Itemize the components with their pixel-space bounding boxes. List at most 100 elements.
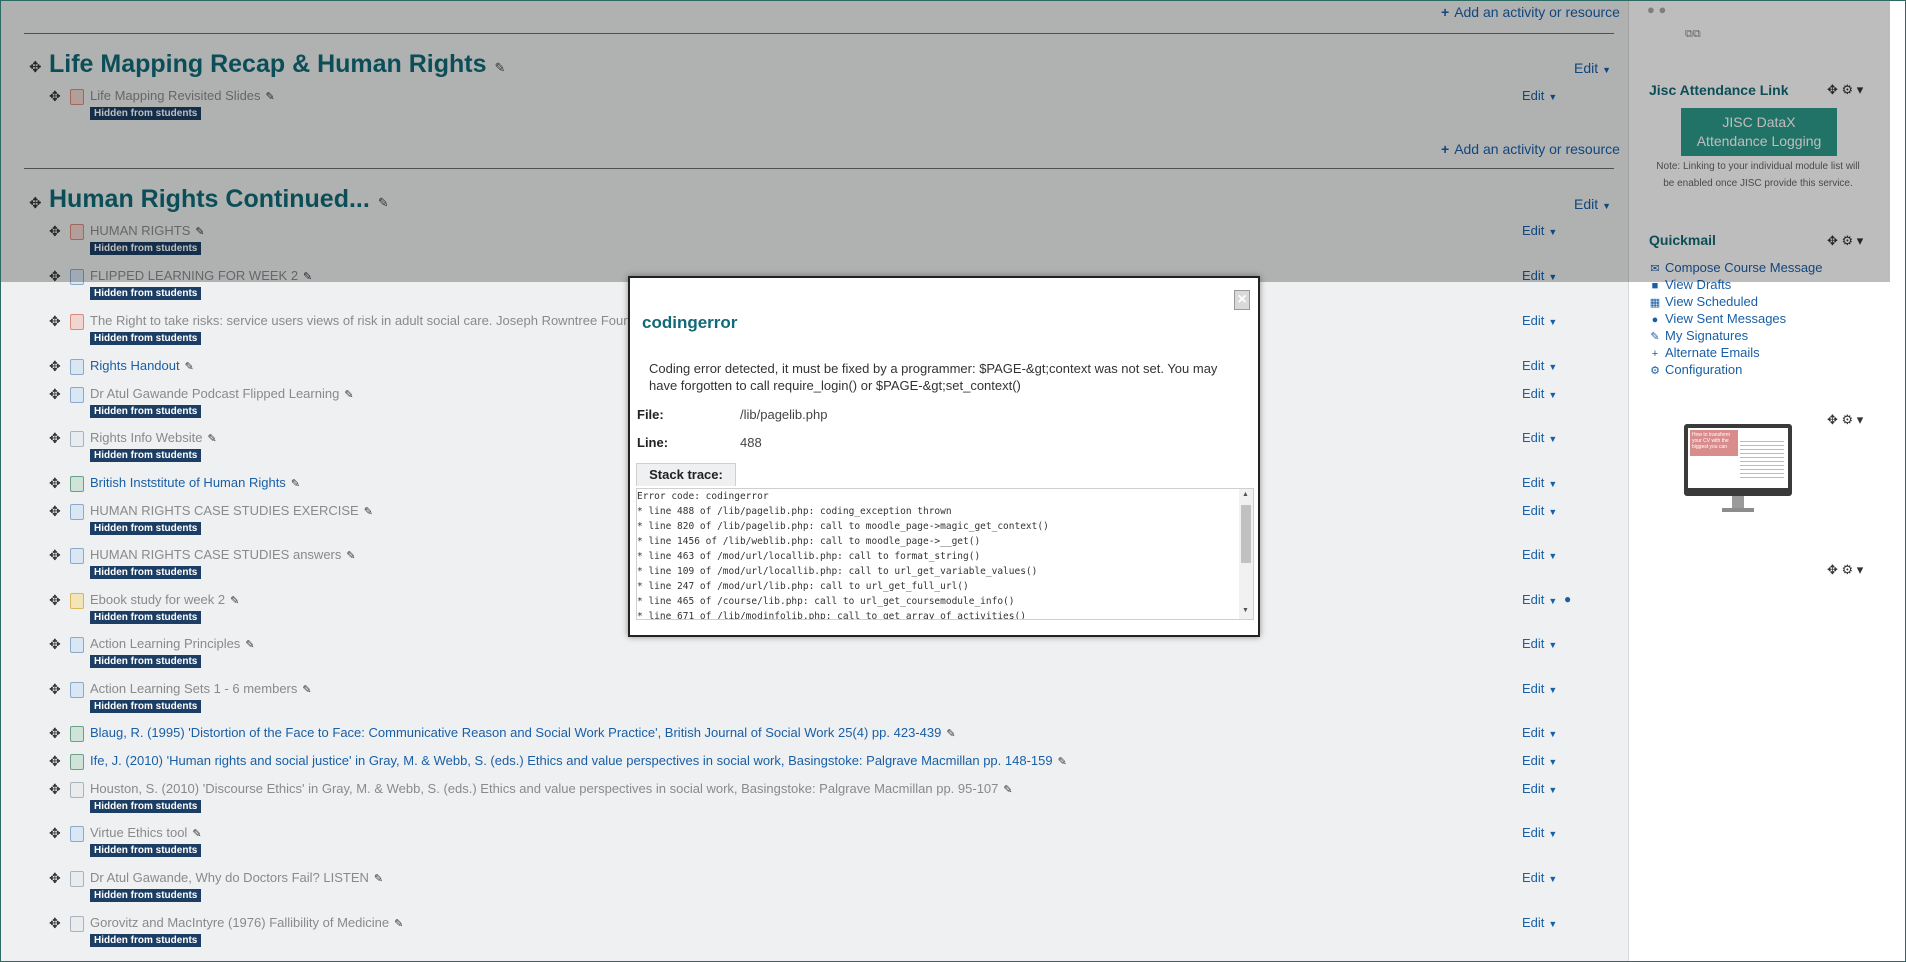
activity-link[interactable]: British Inststitute of Human Rights ✎	[90, 475, 300, 490]
move-icon[interactable]: ✥	[49, 825, 61, 842]
activity-link[interactable]: Dr Atul Gawande, Why do Doctors Fail? LI…	[90, 870, 383, 885]
activity-edit-menu[interactable]: Edit ▼	[1522, 915, 1557, 930]
pencil-icon: ✎	[373, 873, 384, 885]
move-icon[interactable]: ✥	[49, 503, 61, 520]
activity-link[interactable]: Rights Handout ✎	[90, 358, 194, 373]
activity-edit-menu[interactable]: Edit ▼	[1522, 358, 1557, 373]
activity-edit-menu[interactable]: Edit ▼	[1522, 547, 1557, 562]
compose-message-link[interactable]: ✉ Compose Course Message	[1649, 260, 1822, 275]
move-icon[interactable]: ✥	[49, 753, 61, 770]
pencil-icon: ✎	[192, 828, 202, 840]
alternate-emails-link[interactable]: + Alternate Emails	[1649, 345, 1760, 360]
move-icon[interactable]: ✥	[49, 725, 61, 742]
section-edit-menu[interactable]: Edit ▼	[1574, 60, 1611, 76]
activity-link[interactable]: The Right to take risks: service users v…	[90, 313, 630, 328]
activity-link[interactable]: HUMAN RIGHTS ✎	[90, 223, 205, 238]
move-icon[interactable]: ✥	[49, 313, 61, 330]
move-icon[interactable]: ✥	[49, 681, 61, 698]
jisc-datax-button[interactable]: JISC DataX Attendance Logging	[1681, 108, 1837, 156]
activity-link[interactable]: Action Learning Sets 1 - 6 members ✎	[90, 681, 312, 696]
activity-link[interactable]: Virtue Ethics tool ✎	[90, 825, 202, 840]
move-icon[interactable]: ✥	[49, 592, 61, 609]
activity-edit-menu[interactable]: Edit ▼	[1522, 636, 1557, 651]
stack-trace-tab[interactable]: Stack trace:	[636, 463, 736, 486]
stack-trace-box[interactable]: Error code: codingerror * line 488 of /l…	[636, 488, 1254, 620]
globe-icon	[70, 476, 84, 492]
pencil-icon: ✎	[265, 91, 275, 103]
activity-link[interactable]: Gorovitz and MacIntyre (1976) Fallibilit…	[90, 915, 403, 930]
promo-monitor-image[interactable]: How to transform your CV with the bigges…	[1684, 424, 1794, 514]
my-signatures-link[interactable]: ✎ My Signatures	[1649, 328, 1748, 343]
activity-edit-menu[interactable]: Edit ▼	[1522, 503, 1557, 518]
activity-edit-menu[interactable]: Edit ▼	[1522, 870, 1557, 885]
move-icon[interactable]: ✥	[49, 547, 61, 564]
move-icon[interactable]: ✥	[49, 870, 61, 887]
edit-title-pencil-icon[interactable]: ✎	[495, 60, 506, 75]
drafts-icon: ■	[1651, 280, 1659, 292]
url-icon	[70, 637, 84, 653]
activity-edit-menu[interactable]: Edit ▼	[1522, 430, 1557, 445]
activity-link[interactable]: Blaug, R. (1995) 'Distortion of the Face…	[90, 725, 956, 740]
move-icon[interactable]: ✥	[49, 386, 61, 403]
file-icon	[70, 431, 84, 447]
activity-row: ✥ Dr Atul Gawande, Why do Doctors Fail? …	[0, 870, 1628, 890]
activity-row: ✥ Houston, S. (2010) 'Discourse Ethics' …	[0, 781, 1628, 801]
activity-link[interactable]: HUMAN RIGHTS CASE STUDIES answers ✎	[90, 547, 356, 562]
jisc-block-title: Jisc Attendance Link	[1649, 82, 1789, 98]
move-icon[interactable]: ✥	[49, 358, 61, 375]
pencil-icon: ✎	[230, 595, 240, 607]
move-icon[interactable]: ✥	[49, 430, 61, 447]
user-icon[interactable]: ●	[1564, 592, 1571, 606]
activity-edit-menu[interactable]: Edit ▼	[1522, 592, 1557, 607]
section-edit-menu[interactable]: Edit ▼	[1574, 196, 1611, 212]
activity-row: ✥ Virtue Ethics tool ✎ Edit ▼	[0, 825, 1628, 845]
close-button[interactable]: ×	[1234, 290, 1250, 310]
activity-edit-menu[interactable]: Edit ▼	[1522, 88, 1557, 103]
activity-edit-menu[interactable]: Edit ▼	[1522, 753, 1557, 768]
activity-link[interactable]: Life Mapping Revisited Slides ✎	[90, 88, 275, 103]
move-icon[interactable]: ✥	[49, 223, 61, 240]
move-icon[interactable]: ✥	[49, 915, 61, 932]
move-icon[interactable]: ✥	[49, 781, 61, 798]
edit-title-pencil-icon[interactable]: ✎	[378, 195, 389, 210]
move-icon[interactable]: ✥	[49, 268, 61, 285]
move-icon[interactable]: ✥	[49, 475, 61, 492]
pencil-icon: ✎	[303, 271, 313, 283]
move-icon[interactable]: ✥	[49, 636, 61, 653]
activity-edit-menu[interactable]: Edit ▼	[1522, 781, 1557, 796]
activity-row: ✥ Action Learning Principles ✎ Edit ▼	[0, 636, 1628, 656]
section-move-icon[interactable]: ✥	[29, 194, 42, 212]
activity-link[interactable]: Ife, J. (2010) 'Human rights and social …	[90, 753, 1067, 768]
scrollbar[interactable]: ▲ ▼	[1239, 489, 1253, 619]
activity-link[interactable]: Action Learning Principles ✎	[90, 636, 255, 651]
activity-edit-menu[interactable]: Edit ▼	[1522, 825, 1557, 840]
add-activity-link[interactable]: + Add an activity or resource	[1441, 141, 1620, 157]
activity-edit-menu[interactable]: Edit ▼	[1522, 386, 1557, 401]
view-sent-link[interactable]: ● View Sent Messages	[1649, 311, 1787, 326]
block-controls[interactable]: ✥ ⚙ ▾	[1827, 412, 1863, 428]
configuration-link[interactable]: ⚙ Configuration	[1649, 362, 1742, 377]
activity-link[interactable]: Houston, S. (2010) 'Discourse Ethics' in…	[90, 781, 1013, 796]
add-activity-link[interactable]: + Add an activity or resource	[1441, 4, 1620, 20]
activity-edit-menu[interactable]: Edit ▼	[1522, 268, 1557, 283]
activity-link[interactable]: Ebook study for week 2 ✎	[90, 592, 239, 607]
activity-edit-menu[interactable]: Edit ▼	[1522, 313, 1557, 328]
activity-link[interactable]: Dr Atul Gawande Podcast Flipped Learning…	[90, 386, 354, 401]
block-controls[interactable]: ✥ ⚙ ▾	[1827, 82, 1863, 98]
activity-edit-menu[interactable]: Edit ▼	[1522, 475, 1557, 490]
block-controls[interactable]: ✥ ⚙ ▾	[1827, 233, 1863, 249]
block-hide-icon[interactable]: ⧉⧉	[1685, 28, 1701, 41]
globe-icon	[70, 726, 84, 742]
activity-link[interactable]: Rights Info Website ✎	[90, 430, 217, 445]
activity-edit-menu[interactable]: Edit ▼	[1522, 681, 1557, 696]
view-drafts-link[interactable]: ■ View Drafts	[1649, 277, 1732, 292]
activity-edit-menu[interactable]: Edit ▼	[1522, 725, 1557, 740]
activity-link[interactable]: HUMAN RIGHTS CASE STUDIES EXERCISE ✎	[90, 503, 373, 518]
block-controls[interactable]: ✥ ⚙ ▾	[1827, 562, 1863, 578]
activity-link[interactable]: FLIPPED LEARNING FOR WEEK 2 ✎	[90, 268, 312, 283]
activity-edit-menu[interactable]: Edit ▼	[1522, 223, 1557, 238]
section-move-icon[interactable]: ✥	[29, 58, 42, 76]
view-scheduled-link[interactable]: ▦ View Scheduled	[1649, 294, 1758, 309]
move-icon[interactable]: ✥	[49, 88, 61, 105]
pdf-icon	[70, 224, 84, 240]
